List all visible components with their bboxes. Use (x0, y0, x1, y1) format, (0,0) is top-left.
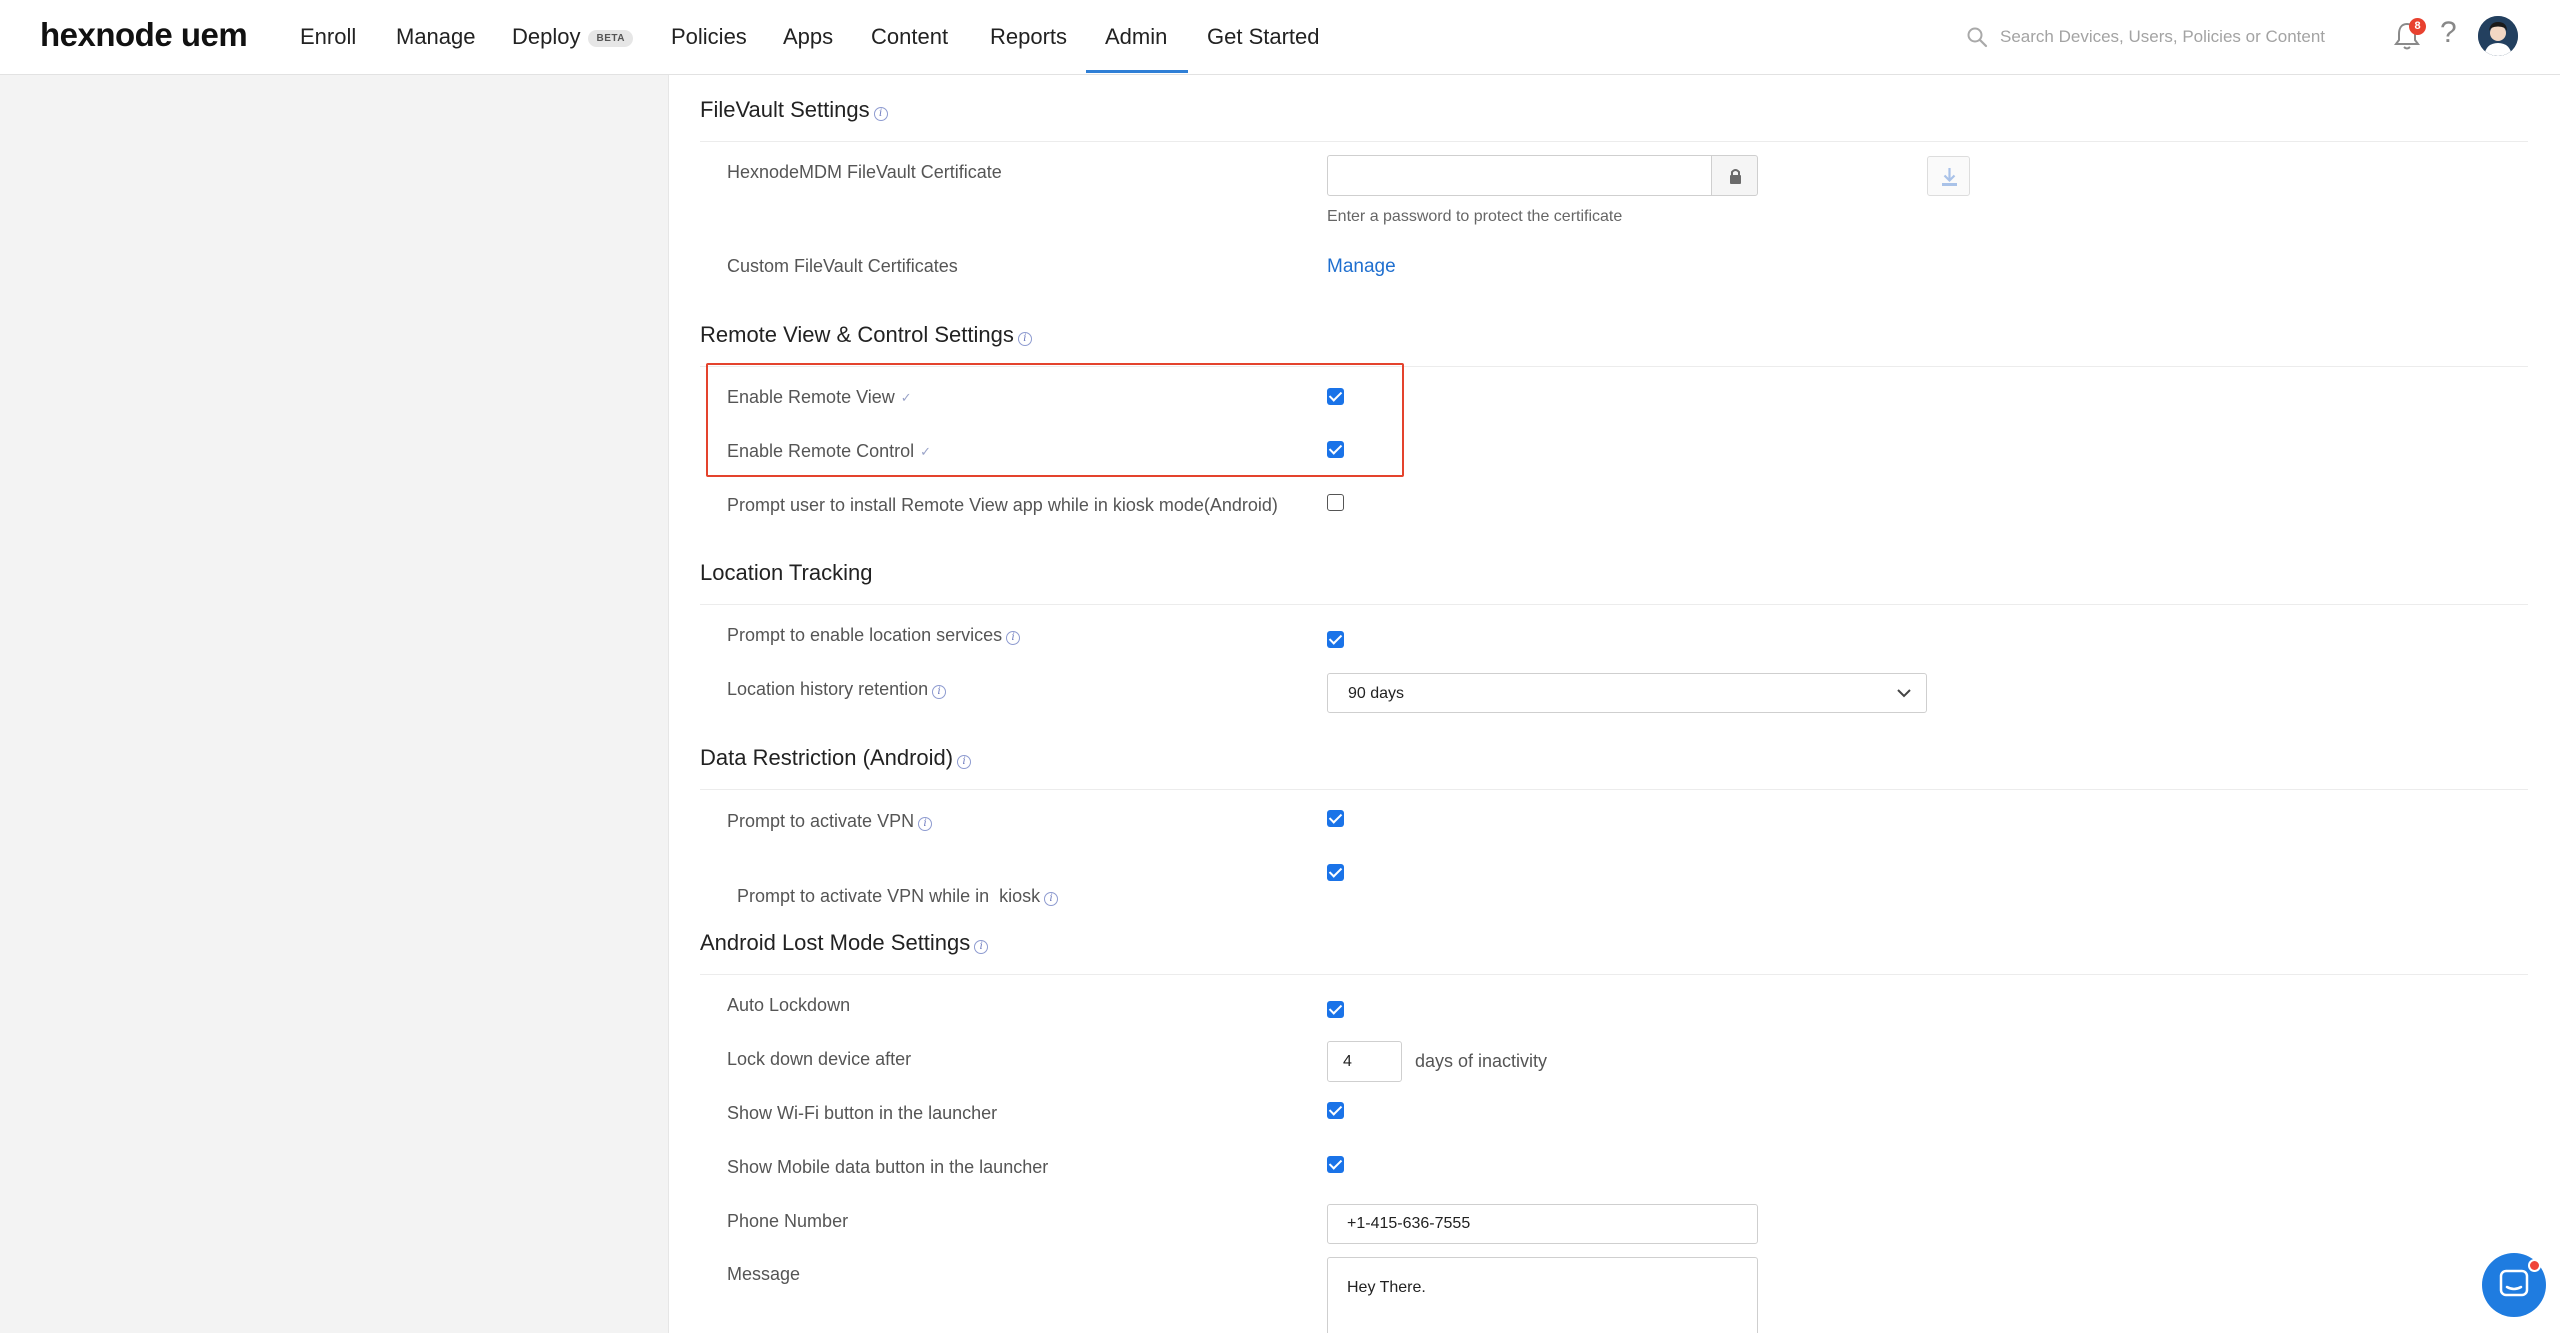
lock-button[interactable] (1711, 155, 1758, 196)
info-icon[interactable]: i (1006, 631, 1021, 645)
section-divider (700, 604, 2528, 605)
show-wifi-label: Show Wi-Fi button in the launcher (727, 1103, 998, 1123)
top-navigation-bar: hexnode uem Enroll Manage Deploy BETA Pol… (0, 0, 2560, 75)
enable-remote-view-checkbox[interactable] (1327, 388, 1344, 405)
lost-mode-section-title: Android Lost Mode Settings i (700, 930, 989, 956)
chat-unread-dot (2528, 1259, 2541, 1272)
enable-remote-view-label: Enable Remote View (727, 387, 895, 407)
download-icon (1942, 168, 1957, 186)
help-icon[interactable]: ? (2440, 16, 2457, 50)
prompt-vpn-row: Prompt to activate VPN i (727, 811, 933, 832)
remote-section-title: Remote View & Control Settings i (700, 322, 1032, 348)
prompt-kiosk-remote-view-checkbox[interactable] (1327, 494, 1344, 511)
lockdown-days-input[interactable] (1327, 1041, 1402, 1082)
user-avatar[interactable] (2478, 16, 2518, 56)
nav-manage[interactable]: Manage (396, 24, 476, 50)
info-icon[interactable]: i (974, 940, 989, 954)
prompt-vpn-kiosk-label: Prompt to activate VPN while in kiosk (737, 886, 1041, 906)
data-restriction-section-title: Data Restriction (Android) i (700, 745, 972, 771)
auto-lockdown-checkbox[interactable] (1327, 1001, 1344, 1018)
search-input[interactable] (2000, 22, 2340, 52)
filevault-section-title: FileVault Settings i (700, 97, 888, 123)
location-retention-select[interactable]: 90 days (1327, 673, 1927, 713)
prompt-vpn-checkbox[interactable] (1327, 810, 1344, 827)
filevault-cert-label: HexnodeMDM FileVault Certificate (727, 162, 1002, 182)
password-hint: Enter a password to protect the certific… (1327, 208, 1623, 225)
section-divider (700, 789, 2528, 790)
lock-icon (1730, 169, 1741, 184)
show-mobile-data-label: Show Mobile data button in the launcher (727, 1157, 1049, 1177)
nav-deploy-label: Deploy (512, 24, 581, 49)
auto-lockdown-label: Auto Lockdown (727, 995, 851, 1015)
show-mobile-data-checkbox[interactable] (1327, 1156, 1344, 1173)
data-restriction-title-text: Data Restriction (Android) (700, 745, 954, 770)
nav-deploy[interactable]: Deploy BETA (512, 24, 633, 50)
nav-admin[interactable]: Admin (1105, 24, 1167, 50)
prompt-location-checkbox[interactable] (1327, 631, 1344, 648)
prompt-vpn-label: Prompt to activate VPN (727, 811, 915, 831)
message-textarea[interactable]: Hey There. (1327, 1257, 1758, 1333)
prompt-kiosk-remote-view-label: Prompt user to install Remote View app w… (727, 495, 1278, 515)
info-icon[interactable]: i (932, 685, 947, 699)
custom-filevault-label: Custom FileVault Certificates (727, 256, 958, 276)
prompt-vpn-kiosk-row: Prompt to activate VPN while in kiosk i (727, 865, 1059, 907)
notification-count-badge: 8 (2409, 18, 2426, 35)
section-divider (700, 141, 2528, 142)
enable-remote-control-row: Enable Remote Control ✓︎ (727, 441, 931, 462)
remote-title-text: Remote View & Control Settings (700, 322, 1014, 347)
search-icon (1967, 27, 1988, 48)
show-wifi-checkbox[interactable] (1327, 1102, 1344, 1119)
global-search[interactable] (1966, 20, 2346, 54)
lost-mode-title-text: Android Lost Mode Settings (700, 930, 971, 955)
enable-remote-control-checkbox[interactable] (1327, 441, 1344, 458)
lockdown-days-suffix: days of inactivity (1415, 1051, 1548, 1071)
chat-support-button[interactable] (2482, 1253, 2546, 1317)
location-retention-label: Location history retention (727, 679, 929, 699)
info-icon[interactable]: i (918, 817, 933, 831)
location-section-title: Location Tracking (700, 560, 873, 585)
chevron-down-icon (1897, 689, 1911, 698)
hexnode-logo[interactable]: hexnode uem (40, 16, 248, 54)
enable-remote-view-row: Enable Remote View ✓︎ (727, 387, 912, 408)
location-retention-value: 90 days (1348, 685, 1405, 702)
verified-check-icon: ✓︎ (900, 390, 912, 405)
info-icon[interactable]: i (957, 755, 972, 769)
nav-apps[interactable]: Apps (783, 24, 833, 50)
enable-remote-control-label: Enable Remote Control (727, 441, 915, 461)
info-icon[interactable]: i (1044, 892, 1059, 906)
verified-check-icon: ✓︎ (920, 444, 932, 459)
message-label: Message (727, 1264, 801, 1284)
manage-link[interactable]: Manage (1327, 256, 1396, 278)
filevault-password-input[interactable] (1327, 155, 1713, 196)
nav-enroll[interactable]: Enroll (300, 24, 356, 50)
prompt-vpn-kiosk-checkbox[interactable] (1327, 864, 1344, 881)
active-tab-indicator (1086, 70, 1188, 73)
phone-number-input[interactable] (1327, 1204, 1758, 1244)
location-retention-row: Location history retention i (727, 679, 947, 700)
section-divider (700, 974, 2528, 975)
nav-content[interactable]: Content (871, 24, 948, 50)
prompt-location-label: Prompt to enable location services (727, 625, 1003, 645)
download-certificate-button[interactable] (1927, 156, 1970, 196)
beta-badge: BETA (588, 30, 633, 47)
filevault-title-text: FileVault Settings (700, 97, 870, 122)
nav-reports[interactable]: Reports (990, 24, 1067, 50)
info-icon[interactable]: i (873, 107, 888, 121)
info-icon[interactable]: i (1017, 332, 1032, 346)
notifications-button[interactable]: 8 (2393, 18, 2426, 54)
prompt-location-row: Prompt to enable location services i (727, 625, 1021, 646)
lockdown-after-label: Lock down device after (727, 1049, 912, 1069)
phone-number-label: Phone Number (727, 1211, 849, 1231)
avatar-icon (2478, 16, 2518, 56)
nav-policies[interactable]: Policies (671, 24, 747, 50)
nav-get-started[interactable]: Get Started (1207, 24, 1320, 50)
